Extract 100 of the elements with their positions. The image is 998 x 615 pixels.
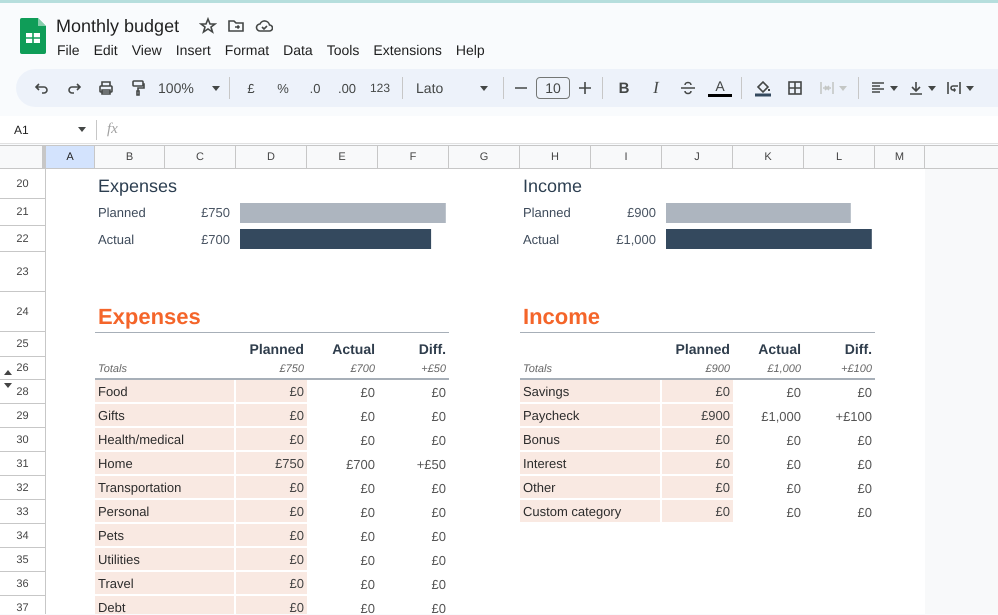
chart-title: Income [522, 176, 584, 198]
actual-cell-text: £0 [360, 432, 376, 448]
actual-cell-text: £1,000 [760, 408, 802, 424]
caret-icon[interactable] [78, 127, 86, 132]
star-icon[interactable] [199, 17, 218, 35]
print-icon[interactable] [97, 79, 115, 97]
diff-cell-text: £0 [430, 432, 447, 448]
zoom-select[interactable]: 100% [154, 74, 224, 102]
column-header[interactable]: L [804, 146, 875, 168]
actual-cell-text: £0 [786, 504, 802, 520]
category-cell: Paycheck [520, 404, 660, 426]
column-header[interactable]: G [449, 146, 520, 168]
column-heading: Planned [248, 341, 305, 357]
column-header[interactable]: K [733, 146, 804, 168]
diff-cell-text: £0 [430, 408, 447, 424]
column-header[interactable]: C [165, 146, 236, 168]
row-header[interactable]: 36 [0, 572, 45, 596]
paint-bucket-icon[interactable] [754, 79, 772, 97]
row-header[interactable]: 23 [0, 252, 45, 292]
caret-icon[interactable] [890, 86, 898, 90]
menu-item[interactable]: Tools [320, 40, 366, 60]
font-select[interactable]: Lato [408, 74, 498, 102]
row-header[interactable]: 30 [0, 428, 45, 452]
caret-icon[interactable] [212, 86, 220, 90]
italic-button[interactable]: I [640, 74, 672, 102]
category-cell: Custom category [520, 500, 660, 522]
menu-item[interactable]: File [56, 40, 87, 60]
row-header[interactable]: 32 [0, 476, 45, 500]
cloud-check-icon[interactable] [255, 17, 274, 35]
total-value: £700 [350, 362, 376, 374]
row-header[interactable]: 26 [0, 357, 45, 380]
row-header[interactable]: 31 [0, 452, 45, 476]
row-header[interactable]: 21 [0, 199, 45, 226]
planned-cell: £750 [236, 452, 307, 474]
percent-button[interactable]: % [267, 74, 299, 102]
category-cell: Pets [95, 524, 234, 546]
menu-item[interactable]: Insert [168, 40, 218, 60]
text-wrap-icon[interactable] [944, 79, 962, 97]
caret-icon[interactable] [966, 86, 974, 90]
currency-button[interactable]: £ [235, 74, 267, 102]
diff-cell-text: £0 [856, 504, 873, 520]
column-header[interactable]: I [591, 146, 662, 168]
row-header[interactable]: 34 [0, 524, 45, 548]
column-header[interactable]: F [378, 146, 449, 168]
actual-cell-text: £0 [360, 576, 376, 592]
row-header[interactable]: 29 [0, 404, 45, 428]
column-header[interactable]: H [520, 146, 591, 168]
category-cell: Interest [520, 452, 660, 474]
menu-item[interactable]: Edit [86, 40, 125, 60]
row-header[interactable]: 28 [0, 380, 45, 404]
actual-cell-text: £0 [360, 600, 376, 614]
row-header[interactable]: 37 [0, 596, 45, 614]
number-format-button[interactable]: 123 [363, 74, 397, 102]
column-header[interactable]: B [95, 146, 165, 168]
row-header[interactable]: 25 [0, 332, 45, 357]
diff-cell-text: £0 [856, 456, 873, 472]
column-header[interactable]: E [307, 146, 378, 168]
actual-cell-text: £0 [360, 528, 376, 544]
caret-icon[interactable] [928, 86, 936, 90]
row-header[interactable]: 33 [0, 500, 45, 524]
category-cell: Bonus [520, 428, 660, 450]
column-header[interactable]: A [46, 146, 95, 168]
column-header[interactable]: D [236, 146, 307, 168]
menu-item[interactable]: Help [448, 40, 492, 60]
strikethrough-icon[interactable] [679, 79, 697, 97]
increase-decimal-button[interactable]: .00 [331, 74, 363, 102]
bar-amount: £900 [626, 205, 657, 220]
folder-icon[interactable] [227, 17, 246, 35]
row-header[interactable]: 24 [0, 292, 45, 332]
paint-roller-icon[interactable] [129, 79, 147, 97]
planned-cell: £0 [236, 596, 307, 614]
row-header[interactable]: 35 [0, 548, 45, 572]
row-header[interactable]: 22 [0, 226, 45, 252]
menu-item[interactable]: View [124, 40, 169, 60]
menu-item[interactable]: Extensions [366, 40, 449, 60]
bold-button[interactable]: B [608, 74, 640, 102]
font-size-field[interactable]: 10 [536, 77, 570, 99]
column-header[interactable]: M [875, 146, 925, 168]
planned-cell: £0 [236, 476, 307, 498]
chart-title: Expenses [97, 176, 178, 198]
menu-item[interactable]: Format [218, 40, 276, 60]
planned-cell: £0 [662, 476, 733, 498]
planned-cell: £0 [236, 524, 307, 546]
menu-item[interactable]: Data [276, 40, 320, 60]
category-cell: Food [95, 380, 234, 402]
row-header[interactable]: 20 [0, 169, 45, 199]
document-title[interactable]: Monthly budget [56, 16, 180, 36]
planned-cell: £0 [662, 500, 733, 522]
sheets-logo[interactable] [20, 18, 46, 54]
decrease-decimal-button[interactable]: .0 [299, 74, 331, 102]
category-cell: Gifts [95, 404, 234, 426]
name-box[interactable]: A1 [0, 122, 96, 136]
text-color-button[interactable]: A [708, 79, 732, 97]
caret-up-icon[interactable] [4, 370, 12, 375]
column-header[interactable]: J [662, 146, 733, 168]
plus-icon[interactable] [576, 79, 594, 97]
caret-down-icon[interactable] [4, 383, 12, 388]
borders-icon[interactable] [786, 79, 804, 97]
category-cell: Health/medical [95, 428, 234, 450]
caret-icon[interactable] [480, 86, 488, 90]
